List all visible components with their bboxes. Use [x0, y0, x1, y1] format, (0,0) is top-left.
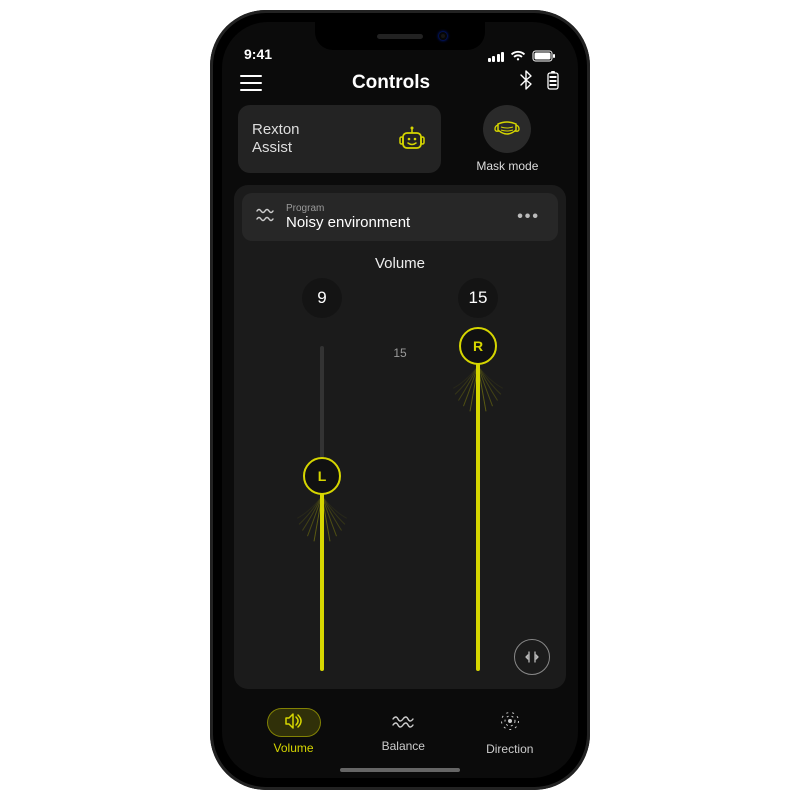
- left-slider[interactable]: L: [287, 328, 357, 679]
- tab-volume[interactable]: Volume: [267, 708, 321, 755]
- status-time: 9:41: [244, 46, 272, 62]
- right-thumb[interactable]: R: [459, 327, 497, 365]
- program-caption: Program: [286, 203, 503, 214]
- mask-icon: [483, 105, 531, 153]
- phone-frame: 9:41 Controls: [210, 10, 590, 790]
- battery-status-icon[interactable]: [546, 70, 560, 95]
- tab-direction[interactable]: Direction: [486, 707, 533, 756]
- menu-button[interactable]: [240, 75, 262, 91]
- screen: 9:41 Controls: [222, 22, 578, 778]
- volume-panel: Program Noisy environment ••• Volume 9 1…: [234, 185, 566, 689]
- program-selector[interactable]: Program Noisy environment •••: [242, 193, 558, 241]
- direction-icon: [500, 720, 520, 734]
- wifi-icon: [510, 50, 526, 62]
- tab-label: Balance: [382, 739, 425, 753]
- left-thumb[interactable]: L: [303, 457, 341, 495]
- bluetooth-icon[interactable]: [520, 70, 532, 95]
- assist-card[interactable]: Rexton Assist: [238, 105, 441, 173]
- right-readout: 15: [458, 278, 498, 318]
- waves-icon: [256, 207, 276, 228]
- program-name: Noisy environment: [286, 214, 503, 231]
- balance-icon: [392, 717, 414, 731]
- page-title: Controls: [352, 72, 430, 94]
- robot-icon: [397, 125, 427, 153]
- battery-icon: [532, 50, 556, 62]
- home-indicator[interactable]: [340, 768, 460, 772]
- mask-label: Mask mode: [476, 159, 538, 173]
- right-slider[interactable]: R: [443, 328, 513, 679]
- scale: 15 0: [393, 328, 406, 689]
- quick-actions: Rexton Assist Mask mode: [222, 105, 578, 185]
- app-bar: Controls: [222, 64, 578, 105]
- merge-sliders-button[interactable]: [514, 639, 550, 675]
- mask-mode-button[interactable]: Mask mode: [453, 105, 562, 173]
- cellular-icon: [488, 50, 505, 62]
- section-heading: Volume: [244, 255, 556, 272]
- tab-label: Direction: [486, 742, 533, 756]
- tab-label: Volume: [274, 741, 314, 755]
- speaker-icon: [284, 713, 304, 732]
- more-icon[interactable]: •••: [513, 204, 544, 230]
- bottom-tabs: Volume Balance Direction: [222, 697, 578, 778]
- left-readout: 9: [302, 278, 342, 318]
- assist-label: Rexton Assist: [252, 121, 300, 157]
- notch: [315, 22, 485, 50]
- slider-area: 15 0 L R: [244, 322, 556, 681]
- tab-balance[interactable]: Balance: [382, 710, 425, 753]
